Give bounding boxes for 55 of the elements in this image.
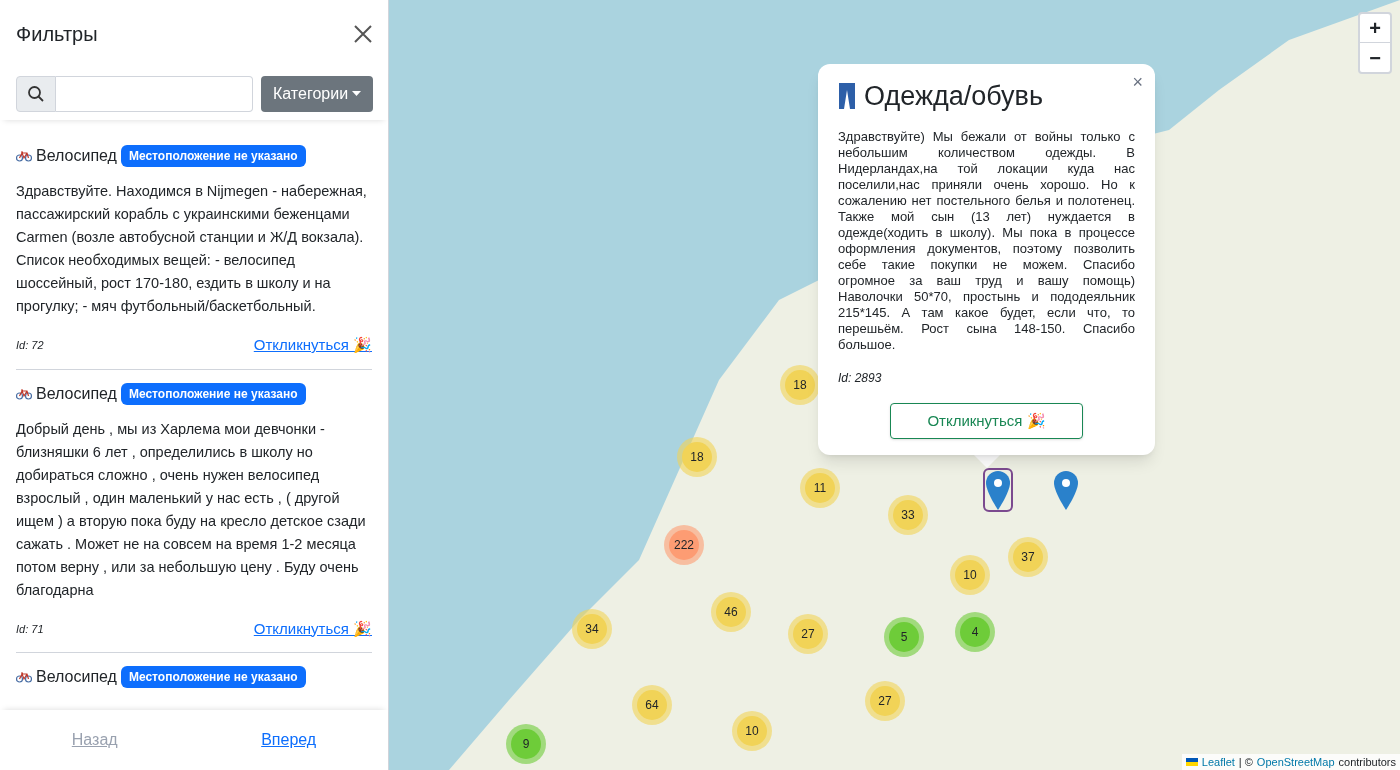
jeans-icon	[838, 82, 856, 111]
search-field[interactable]	[56, 76, 253, 112]
location-pin-icon[interactable]	[985, 470, 1011, 510]
attribution-separator: | ©	[1238, 754, 1253, 770]
location-pin-icon[interactable]	[1053, 470, 1079, 510]
item-title: Велосипед	[36, 667, 117, 687]
leaflet-link[interactable]: Leaflet	[1201, 753, 1235, 770]
cluster-marker[interactable]: 10	[950, 555, 990, 595]
popup-description: Здравствуйте) Мы бежали от войны только с небольшим количеством одежды. В Нидерландах,на той локации куда нас поселили,нас приняли очень хорошо. Но к сожалению нет постельного белья и полотенец. Также мой сын (13 лет) нуждается в одежде(ходить в школу). Мы пока в процессе оформления документов, поэтому позволить себе такие покупки не можем. Спасибо огромное за ваш труд и вашу помощь) Наволочки 50*70, простынь и пододеяльник 215*145. А там какое будет, если что, то перешьём. Рост сына 148-150. Спасибо большое.	[838, 128, 1135, 353]
item-description: Добрый день , мы из Харлема мои девчонки - близняшки 6 лет , определились в школу но добираться сложно , очень нужен велосипед взрослый , один маленький у нас есть , ( другой ищем ) а вторую пока буду на кресло детское сзади сажать . Может не на совсем на время 1-2 месяца потом верну , или за небольшую цену . Буду очень благодарна	[16, 419, 367, 600]
cluster-marker[interactable]: 34	[572, 609, 612, 649]
respond-link[interactable]: Откликнуться 🎉	[253, 334, 372, 357]
search-icon	[27, 85, 45, 103]
caret-icon	[352, 91, 362, 97]
map-tile[interactable]	[389, 0, 1400, 770]
cluster-marker[interactable]: 37	[1008, 537, 1048, 577]
cluster-marker[interactable]: 18	[677, 437, 717, 477]
pager-link[interactable]: Вперед	[261, 728, 317, 752]
osm-link[interactable]: OpenStreetMap	[1256, 753, 1335, 770]
location-badge: Местоположение не указано	[120, 382, 306, 405]
cluster-marker[interactable]: 27	[865, 681, 905, 721]
cluster-marker[interactable]: 27	[788, 614, 828, 654]
bicycle-icon	[16, 671, 32, 683]
item-id: Id: 72	[16, 338, 44, 353]
cluster-marker[interactable]: 33	[888, 495, 928, 535]
categories-dropdown[interactable]: Категории	[261, 76, 374, 112]
zoom-in-button[interactable]: +	[1360, 14, 1390, 43]
zoom-out-button[interactable]: −	[1360, 43, 1390, 72]
flag-icon	[1185, 757, 1198, 766]
location-badge: Местоположение не указано	[120, 145, 306, 167]
bicycle-icon	[16, 150, 32, 162]
item-id: Id: 71	[16, 621, 44, 637]
cluster-marker[interactable]: 10	[732, 711, 772, 751]
cluster-marker[interactable]: 222	[664, 525, 704, 565]
cluster-marker[interactable]: 11	[800, 468, 840, 508]
respond-button[interactable]: Откликнуться 🎉	[890, 402, 1083, 439]
location-badge: Местоположение не указано	[120, 666, 306, 688]
cluster-marker[interactable]: 9	[506, 724, 546, 764]
item-description: Здравствуйте. Находимся в Nijmegen - набережная, пассажирский корабль с украинскими беженцами Carmen (возле автобусной станции и Ж/Д вокзала). Список необходимых вещей: - велосипед шоссейный, рост 170-180, ездить в школу и на прогулку; - мяч футбольный/баскетбольный.	[16, 182, 368, 316]
bicycle-icon	[16, 387, 32, 400]
popup-pointer	[973, 455, 1000, 469]
popup-id: Id: 2893	[838, 369, 883, 387]
cluster-marker[interactable]: 64	[632, 685, 672, 725]
cluster-marker[interactable]: 5	[884, 617, 924, 657]
attribution-text: contributors	[1338, 754, 1396, 770]
cluster-marker[interactable]: 4	[955, 612, 995, 652]
item-title: Велосипед	[36, 146, 117, 166]
cluster-marker[interactable]: 18	[780, 365, 820, 405]
panel-title: Фильтры	[16, 22, 98, 47]
close-icon[interactable]	[354, 25, 372, 43]
item-title: Велосипед	[36, 383, 117, 404]
cluster-marker[interactable]: 46	[711, 592, 751, 632]
respond-link[interactable]: Откликнуться 🎉	[253, 617, 372, 640]
popup-close-button[interactable]: ×	[1132, 68, 1143, 96]
popup-title: Одежда/обувь	[864, 80, 1043, 113]
